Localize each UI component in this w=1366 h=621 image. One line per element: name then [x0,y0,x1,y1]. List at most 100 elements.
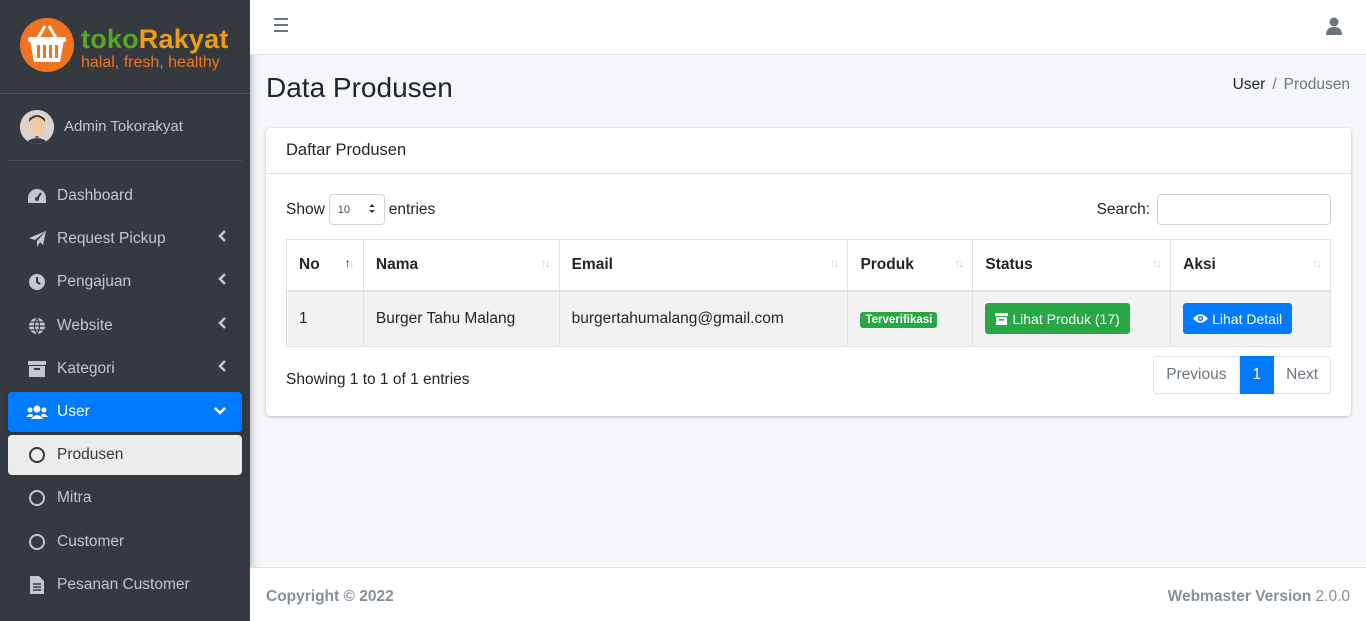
chevron-left-icon [218,316,226,332]
sidebar-item-label: User [57,402,90,420]
sort-icon: ↑↓ [954,256,964,270]
page-1-button[interactable]: 1 [1239,356,1275,394]
column-label: Status [985,255,1033,273]
archive-icon [995,312,1009,325]
clock-icon [26,272,48,292]
cell-produk: Terverifikasi [847,290,974,347]
globe-icon [26,316,48,336]
column-label: Email [571,255,613,273]
users-icon [26,402,48,422]
sidebar-item-mitra[interactable]: Mitra [8,478,242,518]
avatar [20,110,54,144]
column-header-nama[interactable]: Nama ↑↓ [362,239,560,292]
brand-name: tokoRakyat [81,24,229,54]
sidebar: tokoRakyat halal, fresh, healthy Admin T… [0,0,250,621]
column-label: Nama [375,255,419,273]
brand-tagline: halal, fresh, healthy [81,54,220,71]
hamburger-menu-icon[interactable] [274,18,288,32]
breadcrumb-user-link[interactable]: User [1233,76,1266,93]
basket-logo-icon [20,18,74,72]
sort-icon: ↑↓ [829,256,839,270]
user-icon[interactable] [1326,17,1342,35]
column-header-status[interactable]: Status ↑↓ [972,239,1172,292]
circle-icon [26,445,48,465]
chevron-down-icon [214,403,226,418]
table-header-row: No ↑↓ Nama ↑↓ Email ↑↓ Produk ↑↓ Status ↑↓ Ak… [286,239,1331,292]
sidebar-item-label: Pesanan Customer [57,575,190,593]
brand-text: tokoRakyat halal, fresh, healthy [81,24,229,72]
footer: Copyright © 2022 Webmaster Version 2.0.0 [250,567,1366,621]
sidebar-item-request-pickup[interactable]: Request Pickup [8,219,242,259]
copyright-text: Copyright © 2022 [266,588,394,605]
lihat-detail-label: Lihat Detail [1212,310,1283,327]
cell-nama: Burger Tahu Malang [362,290,560,347]
previous-button[interactable]: Previous [1153,356,1240,394]
lihat-produk-button[interactable]: Lihat Produk (17) [985,303,1130,335]
entries-label: entries [388,200,436,218]
search-input[interactable] [1157,194,1331,225]
sidebar-item-produsen[interactable]: Produsen [8,435,242,476]
lihat-detail-button[interactable]: Lihat Detail [1183,303,1293,335]
column-label: No [299,255,320,273]
version-number: 2.0.0 [1315,588,1350,605]
archive-icon [26,359,48,379]
brand-link[interactable]: tokoRakyat halal, fresh, healthy [0,0,250,94]
breadcrumb: User / Produsen [1233,76,1350,94]
cell-aksi: Lihat Detail [1170,290,1331,347]
column-header-aksi[interactable]: Aksi ↑↓ [1170,239,1331,292]
column-header-email[interactable]: Email ↑↓ [558,239,849,292]
version-label: Webmaster Version [1167,588,1312,605]
sidebar-item-label: Pengajuan [57,273,132,291]
table-info: Showing 1 to 1 of 1 entries [286,371,470,388]
sidebar-item-website[interactable]: Website [8,306,242,346]
sidebar-item-kategori[interactable]: Kategori [8,349,242,389]
tachometer-icon [26,186,48,206]
sidebar-item-label: Produsen [57,446,124,464]
sidebar-item-label: Website [57,316,113,334]
select-arrows-icon [368,203,376,217]
show-label: Show [286,200,325,218]
breadcrumb-current: Produsen [1283,76,1350,93]
breadcrumb-separator: / [1272,76,1277,93]
user-panel[interactable]: Admin Tokorakyat [8,94,242,161]
length-control: Show 10 entries [286,194,435,225]
sort-icon: ↑↓ [1312,256,1322,270]
version-info: Webmaster Version 2.0.0 [1168,588,1350,606]
sidebar-item-label: Mitra [57,489,92,507]
sidebar-item-customer[interactable]: Customer [8,522,242,562]
cell-no: 1 [286,290,364,347]
column-label: Produk [860,255,914,273]
next-button[interactable]: Next [1274,356,1331,394]
column-header-produk[interactable]: Produk ↑↓ [847,239,974,292]
sidebar-item-label: Kategori [57,359,115,377]
status-badge: Terverifikasi [860,311,938,328]
sort-asc-icon: ↑↓ [344,256,355,270]
entries-select[interactable]: 10 [328,194,385,225]
search-control: Search: [1097,194,1331,225]
file-icon [26,575,48,595]
chevron-left-icon [218,230,226,245]
cell-email: burgertahumalang@gmail.com [558,290,849,347]
circle-icon [26,532,48,552]
lihat-produk-label: Lihat Produk (17) [1012,310,1120,327]
sidebar-item-pesanan-customer[interactable]: Pesanan Customer [8,565,242,605]
card-title: Daftar Produsen [266,128,1351,174]
column-header-no[interactable]: No ↑↓ [286,239,364,292]
sidebar-item-dashboard[interactable]: Dashboard [8,176,242,216]
sort-icon: ↑↓ [1152,256,1162,270]
produsen-table: No ↑↓ Nama ↑↓ Email ↑↓ Produk ↑↓ Status ↑↓ Ak… [286,239,1331,347]
sidebar-item-user[interactable]: User [8,391,242,432]
produsen-card: Daftar Produsen Show 10 entries Search: … [266,128,1351,416]
sidebar-item-pengajuan[interactable]: Pengajuan [8,262,242,302]
brand-name-part1: toko [81,24,139,54]
sidebar-item-label: Dashboard [57,187,133,204]
sort-icon: ↑↓ [540,256,551,270]
brand-name-part2: Rakyat [138,24,229,54]
page-title: Data Produsen [266,72,453,103]
top-navbar [250,0,1366,55]
sidebar-nav: Dashboard Request Pickup Pengajuan Websi… [8,176,242,608]
column-label: Aksi [1183,255,1216,273]
search-label: Search: [1096,200,1150,218]
circle-icon [26,488,48,508]
sidebar-item-label: Request Pickup [57,230,166,248]
